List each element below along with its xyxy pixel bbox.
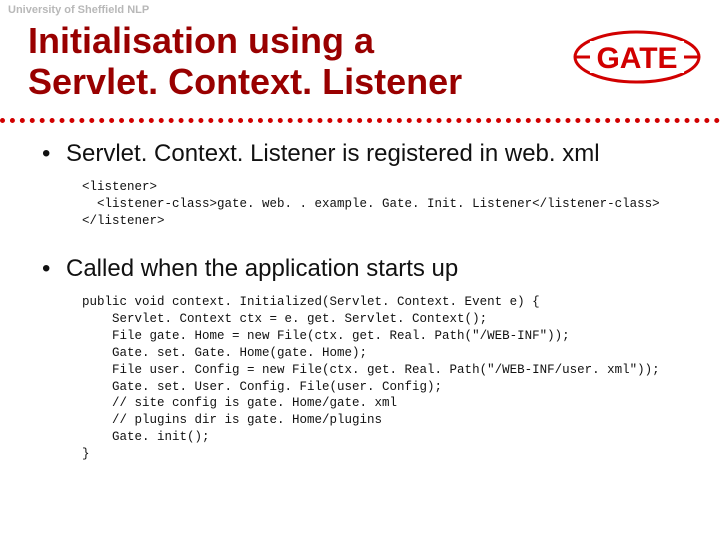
code-block-2: public void context. Initialized(Servlet… bbox=[82, 294, 690, 463]
title-divider bbox=[0, 118, 720, 123]
bullet-2: Called when the application starts up bbox=[42, 255, 690, 284]
code-block-1: <listener> <listener-class>gate. web. . … bbox=[82, 179, 690, 230]
logo-text: GATE bbox=[596, 42, 677, 75]
title-line-1: Initialisation using a bbox=[28, 20, 374, 61]
gate-logo: GATE bbox=[572, 28, 702, 86]
bullet-1: Servlet. Context. Listener is registered… bbox=[42, 140, 690, 169]
slide-title: Initialisation using a Servlet. Context.… bbox=[28, 20, 462, 103]
title-line-2: Servlet. Context. Listener bbox=[28, 61, 462, 102]
slide-body: Servlet. Context. Listener is registered… bbox=[42, 140, 690, 489]
org-header-label: University of Sheffield NLP bbox=[8, 4, 149, 16]
